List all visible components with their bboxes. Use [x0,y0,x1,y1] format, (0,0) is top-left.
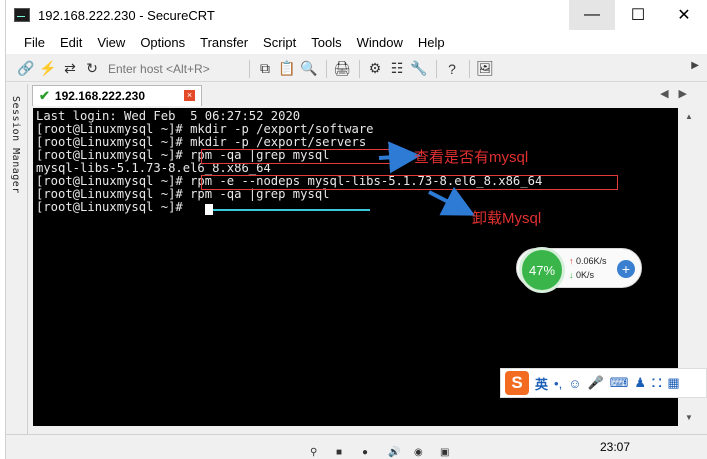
arrow-uninstall [428,186,476,216]
enter-host-input[interactable] [104,59,244,78]
minimize-button[interactable]: — [569,0,615,30]
ime-language-toggle[interactable]: 英 [535,374,548,393]
sftp-icon[interactable]: 🖼 [475,59,495,79]
arrow-query [378,141,421,174]
toolbar-divider [469,59,470,78]
tray-network-icon[interactable]: ⚲ [310,447,324,459]
menu-window[interactable]: Window [357,35,403,50]
menu-file[interactable]: File [24,35,45,50]
toolbar: 🔗 ⚡ ⇄ ↻ ⧉ 📋 🔍 🖨 ⚙ ☷ 🔧 ? 🖼 ▶ [6,56,707,82]
tab-label: 192.168.222.230 [54,89,145,103]
toolbar-divider [249,59,250,78]
ime-voice-icon[interactable]: 🎤 [587,375,603,391]
upload-speed: ↑ 0.06K/s [569,256,619,266]
ime-punctuation-icon[interactable]: •, [554,376,562,391]
ime-keyboard-icon[interactable]: ⌨ [610,375,629,391]
scroll-up-icon[interactable]: ▲ [685,112,693,121]
tray-security-icon[interactable]: ■ [336,447,350,459]
tray-volume-icon[interactable]: 🔊 [388,447,402,459]
keymap-icon[interactable]: 🔧 [409,59,429,79]
toolbar-divider [326,59,327,78]
window-controls: — ☐ ✕ [569,0,707,30]
download-speed: ↓ 0K/s [569,270,619,280]
copy-icon[interactable]: ⧉ [255,59,275,79]
quick-connect-icon[interactable]: ⚡ [38,59,58,79]
connect-icon[interactable]: 🔗 [16,59,36,79]
global-options-icon[interactable]: ☷ [387,59,407,79]
tab-session[interactable]: ✔ 192.168.222.230 × [32,85,202,106]
title-bar[interactable]: 192.168.222.230 - SecureCRT — ☐ ✕ [6,0,707,30]
upload-speed-value: 0.06K/s [576,256,607,266]
annotation-check-mysql: 查看是否有mysql [414,149,529,166]
tab-scroll-arrows-icon[interactable]: ◀▶ [660,87,697,100]
ime-skin-icon[interactable]: ⛚ [652,375,661,391]
menu-options[interactable]: Options [140,35,185,50]
help-icon[interactable]: ? [442,59,462,79]
memory-usage-gauge: 47% [519,247,565,293]
menu-view[interactable]: View [97,35,125,50]
toolbar-overflow-icon[interactable]: ▶ [691,60,699,71]
annotation-uninstall-mysql: 卸载Mysql [472,210,542,227]
menu-script[interactable]: Script [263,35,296,50]
menu-tools[interactable]: Tools [311,35,341,50]
boost-plus-icon[interactable]: + [617,260,635,278]
taskbar-clock[interactable]: 23:07 [598,440,633,454]
session-manager-label: Session Manager [10,96,21,194]
menu-edit[interactable]: Edit [60,35,82,50]
tray-ime-icon[interactable]: ▣ [440,447,454,459]
connected-check-icon: ✔ [39,88,50,103]
securecrt-window: 192.168.222.230 - SecureCRT — ☐ ✕ File E… [0,0,707,459]
tab-bar: ✔ 192.168.222.230 × ◀▶ [28,84,707,106]
menu-help[interactable]: Help [418,35,445,50]
upload-arrow-icon: ↑ [569,256,574,266]
paste-icon[interactable]: 📋 [277,59,297,79]
toolbar-divider [436,59,437,78]
system-tray: ⚲ ■ ● 🔊 ◉ ▣ [310,447,466,459]
tray-app-icon[interactable]: ● [362,447,376,459]
ime-toolbar: S 英 •, ☺ 🎤 ⌨ ♟ ⛚ ▦ [500,368,707,398]
download-arrow-icon: ↓ [569,270,574,280]
scroll-down-icon[interactable]: ▼ [685,413,693,422]
securecrt-app-icon [14,8,30,22]
ime-emoji-icon[interactable]: ☺ [568,376,581,391]
settings-icon[interactable]: ⚙ [365,59,385,79]
maximize-button[interactable]: ☐ [615,0,661,30]
network-monitor-widget[interactable]: 47% ↑ 0.06K/s ↓ 0K/s + [516,247,642,293]
tray-monitor-icon[interactable]: ◉ [414,447,428,459]
tab-close-icon[interactable]: × [184,90,195,101]
find-icon[interactable]: 🔍 [299,59,319,79]
window-title: 192.168.222.230 - SecureCRT [38,7,215,23]
reconnect-icon[interactable]: ↻ [82,59,102,79]
toolbar-divider [359,59,360,78]
menu-transfer[interactable]: Transfer [200,35,248,50]
menu-bar: File Edit View Options Transfer Script T… [6,30,707,54]
sogou-logo-icon[interactable]: S [505,371,529,395]
session-manager-panel[interactable]: Session Manager [6,84,28,434]
close-button[interactable]: ✕ [661,0,707,30]
print-icon[interactable]: 🖨 [332,59,352,79]
download-speed-value: 0K/s [576,270,595,280]
ime-user-icon[interactable]: ♟ [634,375,646,391]
ime-toolbox-icon[interactable]: ▦ [667,375,679,391]
connect-tab-icon[interactable]: ⇄ [60,59,80,79]
